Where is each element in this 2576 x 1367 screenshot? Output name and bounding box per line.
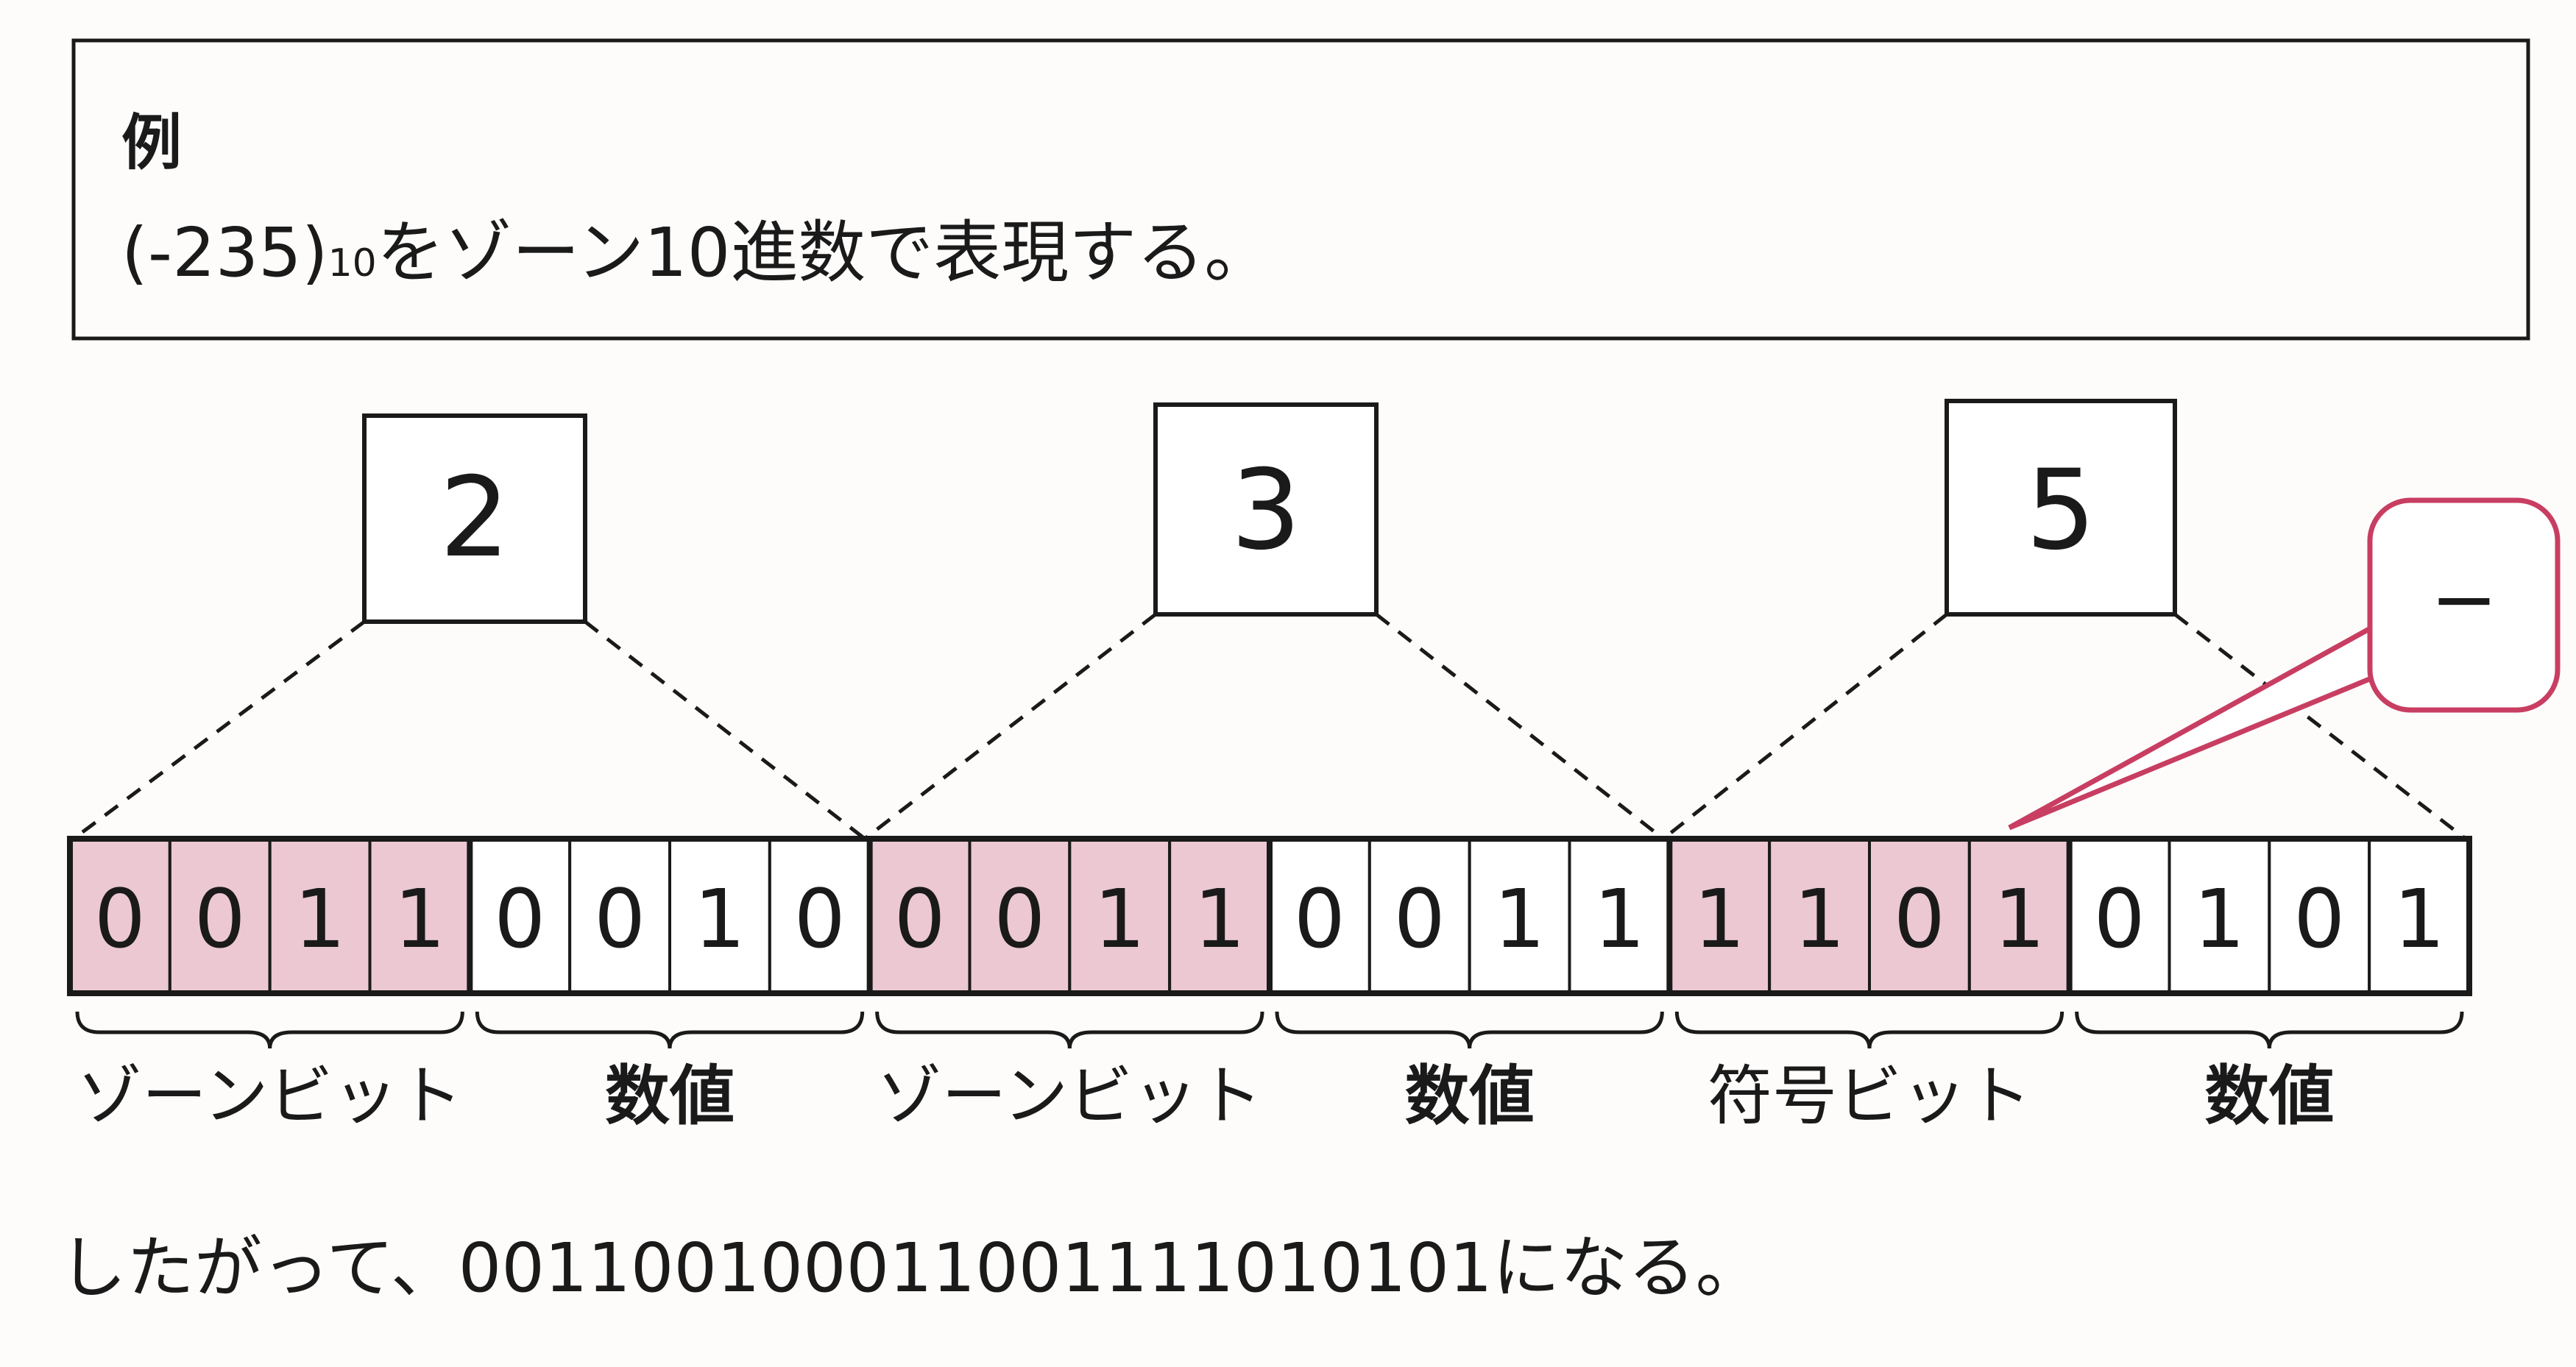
example-title: 例 [121, 108, 182, 178]
group-label: 数値 [605, 1058, 735, 1134]
bit-value: 0 [594, 872, 645, 966]
bit-value: 1 [1494, 872, 1546, 966]
digit-box-2: 2 [362, 413, 587, 624]
digit-box-value: 5 [2025, 447, 2095, 575]
bit-value: 1 [1194, 872, 1245, 966]
bit-value: 0 [2293, 872, 2345, 966]
bit-value: 1 [1593, 872, 1645, 966]
bit-row: 001100100011001111010101 [67, 836, 2472, 996]
connector-line [863, 613, 1157, 840]
callout-pointer [2008, 610, 2414, 831]
bit-value: 0 [994, 872, 1045, 966]
bit-value: 0 [494, 872, 545, 966]
digit-box-3: 3 [1153, 402, 1379, 617]
bit-value: 1 [394, 872, 445, 966]
group-label: 符号ビット [1708, 1058, 2031, 1134]
group-labels: ゾーンビット 数値 ゾーンビット 数値 符号ビット 数値 [77, 1058, 2334, 1134]
connector-line [1662, 613, 1948, 840]
connector-line [72, 619, 366, 841]
digit-box-value: 2 [439, 454, 509, 582]
bit-value: 1 [694, 872, 746, 966]
group-brace [1275, 1011, 1664, 1049]
bit-value: 0 [794, 872, 846, 966]
group-braces [75, 1011, 2464, 1049]
group-label: 数値 [2204, 1058, 2334, 1134]
digit-box-5: 5 [1945, 399, 2177, 617]
dashed-connectors [72, 613, 2467, 841]
bit-value: 0 [194, 872, 246, 966]
group-brace [2075, 1011, 2464, 1049]
group-brace [1674, 1011, 2064, 1049]
callout-minus-sign: − [2430, 552, 2498, 646]
group-label: 数値 [1405, 1058, 1535, 1134]
bit-value: 0 [1294, 872, 1345, 966]
group-brace [75, 1011, 464, 1049]
connector-line [584, 620, 866, 840]
bit-value: 0 [1894, 872, 1945, 966]
bit-value: 0 [1394, 872, 1446, 966]
bit-value: 1 [1994, 872, 2045, 966]
bit-value: 1 [1694, 872, 1745, 966]
zoned-decimal-diagram: 例 (-235)10をゾーン10進数で表現する。 2 3 5 001100100… [59, 38, 2561, 1307]
bit-value: 1 [1794, 872, 1845, 966]
statement-subscript: 10 [328, 241, 377, 285]
bit-value: 1 [294, 872, 346, 966]
bit-value: 0 [894, 872, 946, 966]
bit-value: 1 [2193, 872, 2245, 966]
group-label: ゾーンビット [877, 1058, 1263, 1134]
example-box: 例 (-235)10をゾーン10進数で表現する。 [71, 38, 2530, 341]
bit-value: 1 [1094, 872, 1145, 966]
bit-value: 0 [2094, 872, 2145, 966]
bit-value: 0 [94, 872, 146, 966]
connector-line [1375, 613, 1665, 840]
statement-prefix: (-235) [121, 213, 328, 292]
example-box-frame [71, 38, 2530, 341]
statement-suffix: をゾーン10進数で表現する。 [377, 213, 1272, 292]
group-brace [875, 1011, 1264, 1049]
group-brace [475, 1011, 865, 1049]
example-statement: (-235)10をゾーン10進数で表現する。 [121, 213, 1272, 292]
bit-value: 1 [2393, 872, 2445, 966]
conclusion-text: したがって、001100100011001111010101になる。 [59, 1229, 1763, 1307]
digit-box-value: 3 [1231, 447, 1301, 575]
group-label: ゾーンビット [77, 1058, 463, 1134]
